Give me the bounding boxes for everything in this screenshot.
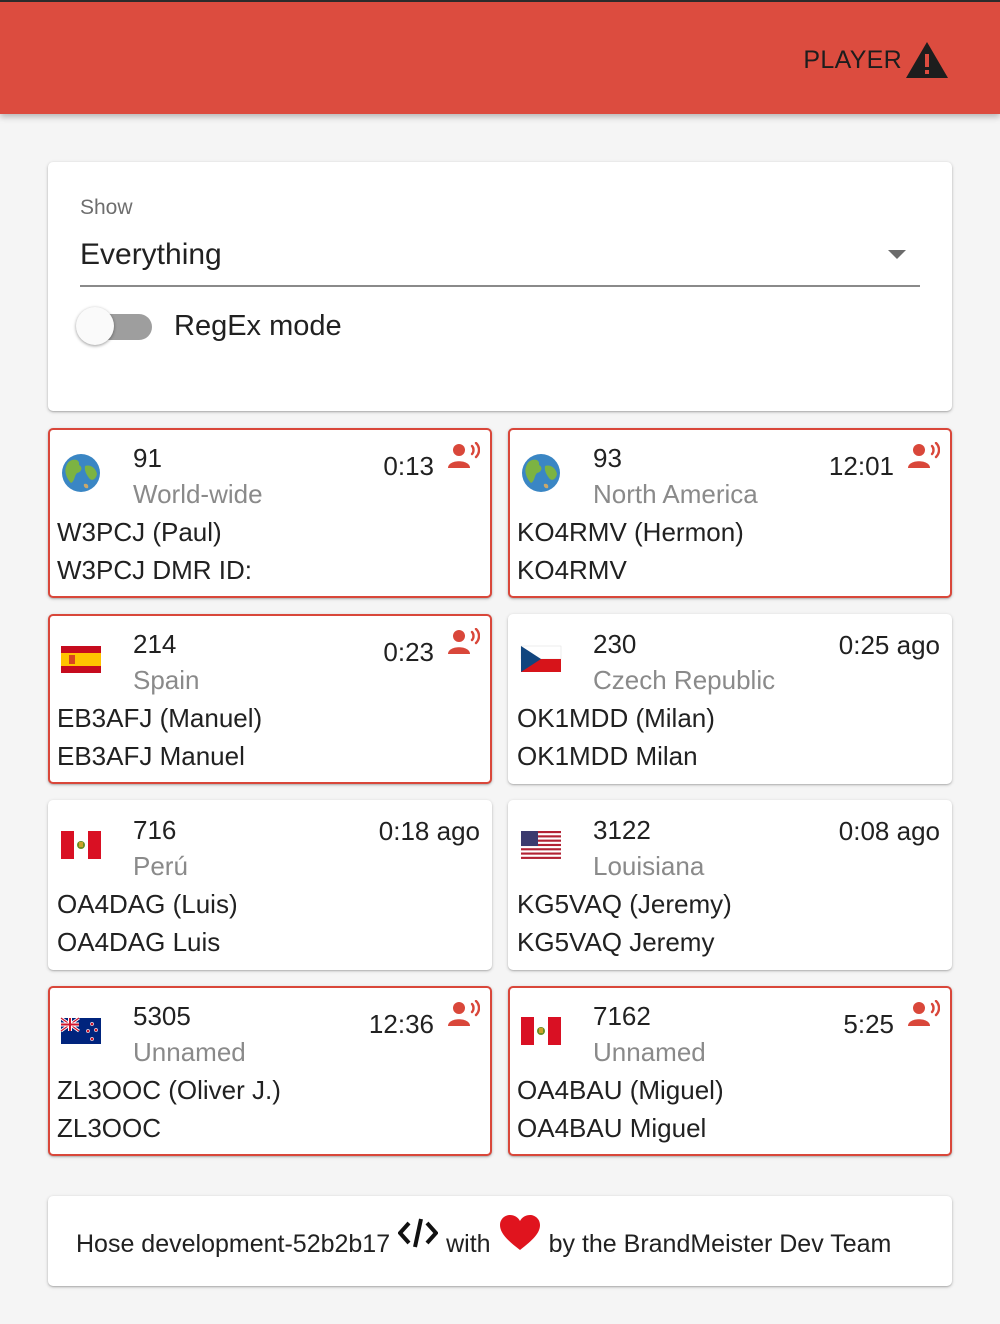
talker-name: ZL3OOC (Oliver J.) [57,1075,281,1105]
talkgroup-time: 0:23 [383,637,434,667]
talkgroup-time: 5:25 [843,1009,894,1039]
talkgroup-card[interactable]: 7162 Unnamed OA4BAU (Miguel) OA4BAU Miguel 5… [508,986,952,1156]
talker-details: KO4RMV [517,555,627,585]
talker-name: OK1MDD (Milan) [517,703,715,733]
regex-label: RegEx mode [174,310,342,342]
talkgroup-number: 230 [593,629,637,659]
talker-details: OA4BAU Miguel [517,1113,707,1143]
footer-team: by the BrandMeister Dev Team [548,1229,892,1258]
app-bar: PLAYER [0,0,1000,114]
talkgroup-number: 5305 [133,1001,191,1031]
regex-toggle[interactable] [76,306,152,346]
talkgroup-card[interactable]: 5305 Unnamed ZL3OOC (Oliver J.) ZL3OOC 12:36 [48,986,492,1156]
talkgroup-number: 214 [133,629,177,659]
talker-details: OK1MDD Milan [517,741,698,771]
flag-newzealand-icon [60,1010,102,1052]
talker-name: OA4DAG (Luis) [57,889,238,919]
speaking-icon [908,999,941,1028]
talkgroup-time: 0:08 ago [838,816,940,846]
talker-details: ZL3OOC [57,1113,162,1143]
speaking-icon [448,999,481,1028]
talkgroup-region: Spain [133,665,200,695]
dropdown-arrow-icon [888,250,906,259]
filter-card: Show Everything [48,162,952,411]
talkgroup-region: Unnamed [133,1037,246,1067]
talkgroup-region: World-wide [133,479,263,509]
flag-spain-icon [60,638,102,680]
show-select[interactable]: Everything [80,232,920,287]
talker-details: W3PCJ DMR ID: [57,555,252,585]
talker-name: KO4RMV (Hermon) [517,517,744,547]
talker-name: OA4BAU (Miguel) [517,1075,724,1105]
speaking-icon [908,441,941,470]
talkgroup-time: 0:25 ago [838,630,940,660]
talkgroup-card[interactable]: 91 World-wide W3PCJ (Paul) W3PCJ DMR ID: 0:1… [48,428,492,598]
heart-icon [499,1214,541,1259]
talkgroup-number: 93 [593,443,622,473]
talkgroup-card[interactable]: 93 North America KO4RMV (Hermon) KO4RMV 12:0… [508,428,952,598]
talkgroup-number: 91 [133,443,162,473]
talkgroup-number: 3122 [593,815,651,845]
talkgroup-region: Unnamed [593,1037,706,1067]
footer-with: with [446,1229,491,1258]
globe-icon [520,452,562,494]
talkgroup-region: Czech Republic [593,665,776,695]
talkgroup-number: 716 [133,815,177,845]
footer-version: Hose development-52b2b17 [76,1229,391,1258]
talker-details: EB3AFJ Manuel [57,741,245,771]
regex-toggle-knob [76,307,114,345]
code-icon [397,1217,439,1256]
flag-peru-icon [520,1010,562,1052]
talkgroup-card[interactable]: 716 Perú OA4DAG (Luis) OA4DAG Luis 0:18 ago [48,800,492,970]
talker-details: KG5VAQ Jeremy [517,927,715,957]
flag-peru-icon [60,824,102,866]
talkgroup-time: 0:18 ago [378,816,480,846]
talkgroup-time: 0:13 [383,451,434,481]
player-label: PLAYER [803,45,902,74]
talker-name: EB3AFJ (Manuel) [57,703,263,733]
talkgroup-region: North America [593,479,758,509]
talkgroup-card[interactable]: 230 Czech Republic OK1MDD (Milan) OK1MDD Mi… [508,614,952,784]
show-label: Show [80,196,133,219]
talker-name: W3PCJ (Paul) [57,517,222,547]
globe-icon [60,452,102,494]
talkgroup-number: 7162 [593,1001,651,1031]
talkgroup-card[interactable]: 214 Spain EB3AFJ (Manuel) EB3AFJ Manuel 0:23 [48,614,492,784]
speaking-icon [448,627,481,656]
talkgroup-time: 12:36 [368,1009,434,1039]
talkgroup-time: 12:01 [828,451,894,481]
flag-usa-icon [520,824,562,866]
warning-icon [906,42,948,78]
talkgroup-region: Perú [133,851,188,881]
talker-name: KG5VAQ (Jeremy) [517,889,732,919]
flag-czech-icon [520,638,562,680]
talker-details: OA4DAG Luis [57,927,221,957]
footer-credits: Hose development-52b2b17 with by the Bra… [76,1214,891,1274]
talkgroup-region: Louisiana [593,851,705,881]
show-select-value: Everything [80,238,222,271]
footer-card: Hose development-52b2b17 with by the Bra… [48,1196,952,1286]
talkgroup-card[interactable]: 3122 Louisiana KG5VAQ (Jeremy) KG5VAQ Jerem… [508,800,952,970]
speaking-icon [448,441,481,470]
player-button[interactable]: PLAYER [803,40,950,80]
